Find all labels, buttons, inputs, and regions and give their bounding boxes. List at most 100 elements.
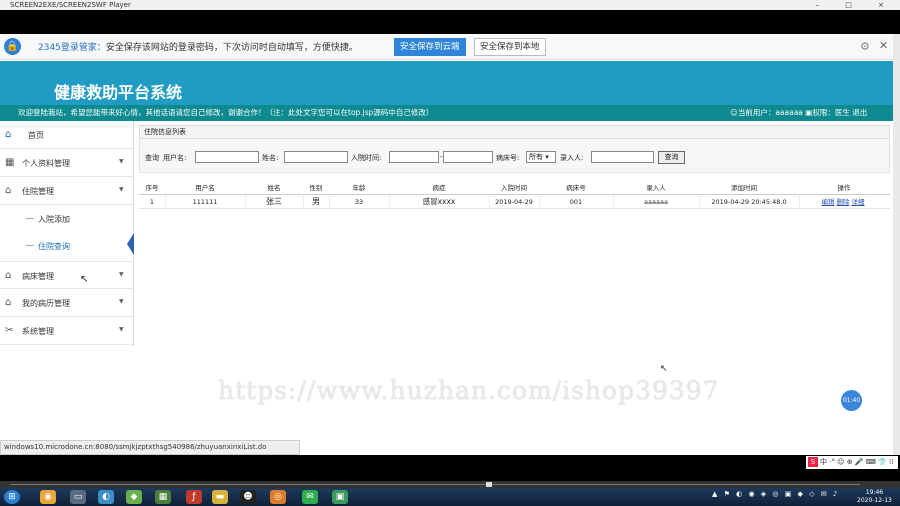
progress-handle[interactable] [486,482,492,487]
home-icon: ⌂ [5,270,12,281]
search-prefix: 查询 [145,154,159,162]
sidebar-item-label: 个人资料管理 [22,159,70,168]
system-tray[interactable]: ▲ ⚑ ◐ ◉ ◈ ◎ ▣ ◆ ◇ ✉ ♪ [712,490,839,498]
home-icon: ⌂ [5,185,12,196]
main-content: 住院信息列表 查询 用户名: 姓名: 入院时间: - 病床号: 所有 ▾ 录入人… [139,125,890,455]
gear-icon[interactable]: ⚙ [860,40,870,53]
password-bar-brand: 2345登录管家： [38,43,106,53]
app-icon[interactable]: ◆ [126,490,142,504]
sidebar-subitem-label: 住院查询 [38,242,70,251]
admit-time-start-input[interactable] [389,151,439,163]
current-user: 当前用户：aaaaaa [737,108,803,117]
letterbox-bottom [0,455,900,481]
welcome-text: 欢迎登陆我站，希望您能带来好心情，其他话语请您自己修改，谢谢合作！（注：此处文字… [18,108,434,117]
sidebar-item-label: 住院管理 [22,187,54,196]
player-title-bar: SCREEN2EXE/SCREEN2SWF Player – □ × [0,0,900,10]
sidebar-item-home[interactable]: ⌂ 首页 [0,121,133,149]
close-icon[interactable]: ✕ [879,39,888,52]
mouse-cursor-icon: ↖ [80,274,89,285]
table-header-cell: 操作 [837,184,851,192]
wechat-icon[interactable]: ✉ [302,490,318,504]
password-manager-bar: 🔒 2345登录管家：安全保存该网站的登录密码，下次访问时自动填写，方便快捷。 … [0,34,893,60]
recorder-label: 录入人: [560,154,584,162]
user-icon: ☺ [730,108,738,117]
user-role: 权限：医生 [812,108,850,117]
sogou-icon: S [808,457,818,467]
sidebar-item-hospitalization[interactable]: ⌂ 住院管理 ▼ [0,177,133,205]
ubuntu-icon[interactable]: ◎ [270,490,286,504]
browser-icon[interactable]: ◐ [98,490,114,504]
tree-line [26,245,34,246]
sidebar-item-system[interactable]: ✂ 系统管理 ▼ [0,317,133,345]
spreadsheet-icon[interactable]: ▦ [155,490,171,504]
explorer-icon[interactable]: ▭ [70,490,86,504]
table-cell: 111111 [192,198,218,206]
status-bar-url: windows10.microdone.cn:8080/ssmjkjzptxth… [0,440,300,455]
sidebar-item-label: 病床管理 [22,272,54,281]
sidebar-subitem-admission-add[interactable]: 入院添加 [0,205,133,232]
sidebar-item-profile[interactable]: ▦ 个人资料管理 ▼ [0,149,133,177]
delete-link[interactable]: 删除 [837,198,850,206]
browser-viewport: 🔒 2345登录管家：安全保存该网站的登录密码，下次访问时自动填写，方便快捷。 … [0,34,893,455]
sidebar-subitem-hospital-query[interactable]: 住院查询 [0,232,133,259]
ime-tools: 中 ·° ☺ ⊕ 🎤 ⌨ 👕 ⁞⁞ [820,458,894,466]
active-indicator [127,233,134,255]
sidebar-item-label: 我的病历管理 [22,299,70,308]
table-cell: 33 [354,198,364,206]
table-cell: 1 [149,198,155,206]
windows-taskbar: ⊞ ◉ ▭ ◐ ◆ ▦ ƒ ▬ ☻ ◎ ✉ ▣ ▲ ⚑ ◐ ◉ ◈ ◎ ▣ ◆ … [0,488,900,506]
grid-icon: ▦ [5,157,15,168]
table-cell: aaaaaa [644,198,668,206]
chevron-down-icon: ▼ [119,158,124,165]
recorder-icon[interactable]: ▣ [332,490,348,504]
tools-icon: ✂ [5,325,14,336]
vertical-scrollbar[interactable] [893,34,900,455]
detail-link[interactable]: 详细 [852,198,865,206]
player-title: SCREEN2EXE/SCREEN2SWF Player [10,1,131,9]
player-progress-bar[interactable] [0,481,900,488]
search-button[interactable]: 查询 [658,151,685,164]
edit-link[interactable]: 编辑 [822,198,835,206]
table-header-cell: 添加时间 [731,184,757,192]
sidebar-item-beds[interactable]: ⌂ 病床管理 ▼ [0,261,133,289]
table-header-cell: 序号 [145,184,159,192]
sidebar-subitem-label: 入院添加 [38,215,70,224]
table-cell: 感冒xxxx [422,197,456,206]
username-input[interactable] [195,151,259,163]
welcome-bar: 欢迎登陆我站，希望您能带来好心情，其他话语请您自己修改，谢谢合作！（注：此处文字… [0,105,893,121]
ward-select[interactable]: 所有 ▾ [526,151,556,163]
site-title: 健康救助平台系统 [54,83,183,102]
search-form: 查询 用户名: 姓名: 入院时间: - 病床号: 所有 ▾ 录入人: 查询 [139,139,890,173]
home-icon: ⌂ [5,129,12,140]
clock-time: 19:46 [865,489,884,496]
save-to-cloud-button[interactable]: 安全保存到云端 [394,38,466,56]
letterbox-top [0,10,900,34]
clock-date: 2020-12-13 [857,497,892,504]
flash-icon[interactable]: ƒ [186,490,202,504]
username-label: 用户名: [163,154,187,162]
name-input[interactable] [284,151,348,163]
chevron-down-icon: ▼ [119,271,124,278]
table-cell: 2019-04-29 20:45:48.0 [711,198,787,206]
logout-link[interactable]: 退出 [852,108,867,117]
window-controls[interactable]: – □ × [816,0,896,10]
folder-icon[interactable]: ▬ [212,490,228,504]
password-bar-text: 安全保存该网站的登录密码，下次访问时自动填写，方便快捷。 [105,43,358,53]
table-cell: 2019-04-29 [495,198,533,206]
chrome-icon[interactable]: ◉ [40,490,56,504]
table-header-cell: 病症 [432,184,446,192]
save-to-local-button[interactable]: 安全保存到本地 [474,38,546,56]
recorder-input[interactable] [591,151,654,163]
taskbar-clock[interactable]: 19:46 2020-12-13 [857,489,892,505]
ime-toolbar[interactable]: S中 ·° ☺ ⊕ 🎤 ⌨ 👕 ⁞⁞ [806,456,898,469]
tree-line [26,218,34,219]
admit-time-label: 入院时间: [351,154,382,162]
watermark-text: https://www.huzhan.com/ishop39397 [218,376,720,405]
lock-icon: 🔒 [4,38,21,55]
sidebar-item-records[interactable]: ⌂ 我的病历管理 ▼ [0,289,133,317]
password-bar-message: 2345登录管家：安全保存该网站的登录密码，下次访问时自动填写，方便快捷。 [38,40,358,53]
qq-icon[interactable]: ☻ [240,490,256,504]
admit-time-end-input[interactable] [443,151,493,163]
start-button-icon[interactable]: ⊞ [4,490,20,504]
home-icon: ⌂ [5,297,12,308]
